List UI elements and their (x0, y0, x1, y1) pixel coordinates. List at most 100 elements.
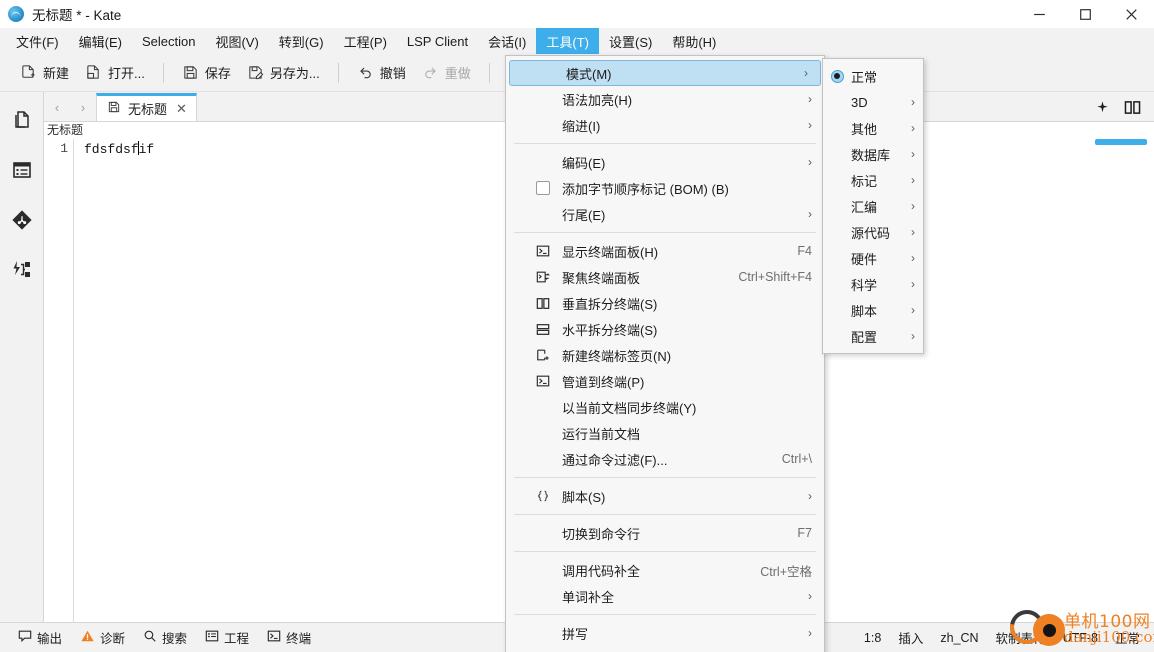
minimap-highlight-bar (1095, 139, 1147, 145)
status-highlight-mode[interactable]: 正常 (1115, 628, 1140, 647)
status-language[interactable]: zh_CN (940, 631, 978, 645)
lsp-symbols-icon (11, 259, 33, 284)
close-icon[interactable]: ✕ (176, 101, 187, 117)
minimize-button[interactable] (1016, 0, 1062, 28)
bottom-item-diagnostics[interactable]: 诊断 (72, 625, 133, 650)
chevron-right-icon: › (911, 277, 915, 291)
menu-item-new-terminal-tab[interactable]: 新建终端标签页(N) (506, 342, 824, 368)
menu-separator (514, 232, 816, 233)
code-text-before-caret: fdsfdsf (84, 142, 139, 157)
menubar-item-settings[interactable]: 设置(S) (599, 28, 662, 54)
warning-triangle-icon (80, 629, 95, 646)
sidebar-item-documents[interactable] (7, 106, 37, 136)
menu-item-highlighting[interactable]: 语法加亮(H) › (506, 86, 824, 112)
undo-button[interactable]: 撤销 (349, 59, 414, 87)
menu-item-focus-terminal-panel-label: 聚焦终端面板 (562, 270, 641, 286)
menu-item-scripts-label: 脚本(S) (562, 489, 606, 505)
menu-item-split-terminal-vertical[interactable]: 垂直拆分终端(S) (506, 290, 824, 316)
submenu-item-configuration-label: 配置 (851, 329, 878, 345)
bottom-item-terminal[interactable]: 终端 (259, 625, 319, 650)
checkbox-unchecked-icon[interactable] (530, 181, 556, 195)
line-number-gutter: 1 (44, 139, 74, 622)
menubar-item-edit[interactable]: 编辑(E) (69, 28, 132, 54)
tab-nav-prev-button[interactable]: ‹ (44, 93, 70, 121)
menu-item-filter-through-command[interactable]: 通过命令过滤(F)... Ctrl+\ (506, 446, 824, 472)
menu-item-spelling[interactable]: 拼写 › (506, 620, 824, 646)
bottom-item-project-label: 工程 (224, 632, 250, 646)
submenu-item-configuration[interactable]: 配置 › (823, 323, 923, 349)
menubar-item-goto[interactable]: 转到(G) (269, 28, 334, 54)
sidebar-item-filesystem[interactable] (7, 156, 37, 186)
menubar-item-project[interactable]: 工程(P) (334, 28, 397, 54)
menu-item-add-bom[interactable]: 添加字节顺序标记 (BOM) (B) (506, 175, 824, 201)
status-indent-mode[interactable]: 软制表符 (996, 628, 1046, 647)
sidebar-item-git[interactable] (7, 206, 37, 236)
menubar-item-selection[interactable]: Selection (132, 28, 205, 54)
open-button[interactable]: 打开... (77, 59, 153, 87)
submenu-item-3d[interactable]: 3D › (823, 89, 923, 115)
status-encoding[interactable]: UTF-8 (1063, 631, 1098, 645)
menu-item-invoke-code-completion[interactable]: 调用代码补全 Ctrl+空格 (506, 557, 824, 583)
close-button[interactable] (1108, 0, 1154, 28)
menubar-item-view[interactable]: 视图(V) (205, 28, 268, 54)
menu-item-external-tools[interactable]: 外部工具 › (506, 646, 824, 652)
menu-item-show-terminal-panel[interactable]: 显示终端面板(H) F4 (506, 238, 824, 264)
redo-button[interactable]: 重做 (414, 59, 479, 87)
document-tab[interactable]: 无标题 ✕ (96, 93, 197, 121)
submenu-item-hardware[interactable]: 硬件 › (823, 245, 923, 271)
sparkle-icon[interactable] (1095, 100, 1110, 118)
maximize-button[interactable] (1062, 0, 1108, 28)
submenu-item-other[interactable]: 其他 › (823, 115, 923, 141)
menu-item-sync-terminal-with-document[interactable]: 以当前文档同步终端(Y) (506, 394, 824, 420)
status-cursor-position[interactable]: 1:8 (864, 631, 881, 645)
bottom-item-output[interactable]: 输出 (10, 625, 70, 650)
tab-nav-next-button[interactable]: › (70, 93, 96, 121)
menu-item-encoding[interactable]: 编码(E) › (506, 149, 824, 175)
menu-item-run-current-document[interactable]: 运行当前文档 (506, 420, 824, 446)
menubar-item-file[interactable]: 文件(F) (6, 28, 69, 54)
menu-item-split-terminal-horizontal[interactable]: 水平拆分终端(S) (506, 316, 824, 342)
menu-item-scripts[interactable]: 脚本(S) › (506, 483, 824, 509)
chevron-right-icon: › (911, 329, 915, 343)
menu-item-switch-to-command-line[interactable]: 切换到命令行 F7 (506, 520, 824, 546)
split-view-icon[interactable] (1124, 100, 1141, 118)
save-floppy-icon (182, 64, 199, 81)
split-horizontal-icon (530, 323, 556, 336)
terminal-icon (267, 629, 281, 646)
submenu-item-scripts[interactable]: 脚本 › (823, 297, 923, 323)
submenu-item-sources[interactable]: 源代码 › (823, 219, 923, 245)
chevron-right-icon: › (911, 251, 915, 265)
menu-item-show-terminal-panel-label: 显示终端面板(H) (562, 244, 659, 260)
search-icon (143, 629, 157, 646)
kate-window: 无标题 * - Kate 文件(F) 编辑(E) Selection 视图(V)… (0, 0, 1154, 652)
submenu-item-database[interactable]: 数据库 › (823, 141, 923, 167)
split-vertical-icon (530, 297, 556, 310)
menu-item-indentation[interactable]: 缩进(I) › (506, 112, 824, 138)
menubar-item-tools[interactable]: 工具(T) (536, 28, 599, 54)
bottom-item-search[interactable]: 搜索 (135, 625, 195, 650)
menu-item-mode[interactable]: 模式(M) › (509, 60, 821, 86)
sidebar-item-lsp-symbols[interactable] (7, 256, 37, 286)
menu-item-focus-terminal-panel[interactable]: 聚焦终端面板 Ctrl+Shift+F4 (506, 264, 824, 290)
menubar-item-help[interactable]: 帮助(H) (662, 28, 726, 54)
menu-item-word-completion[interactable]: 单词补全 › (506, 583, 824, 609)
new-button[interactable]: 新建 (12, 59, 77, 87)
menu-item-invoke-code-completion-shortcut: Ctrl+空格 (760, 564, 812, 579)
status-input-mode[interactable]: 插入 (898, 628, 923, 647)
chevron-right-icon: › (808, 207, 812, 221)
chevron-right-icon: › (808, 92, 812, 106)
save-as-button[interactable]: 另存为... (239, 59, 328, 87)
save-button[interactable]: 保存 (174, 59, 239, 87)
chevron-right-icon: › (911, 173, 915, 187)
menu-item-end-of-line[interactable]: 行尾(E) › (506, 201, 824, 227)
menubar-item-session[interactable]: 会话(I) (478, 28, 536, 54)
submenu-item-normal[interactable]: 正常 (823, 63, 923, 89)
submenu-item-assembly[interactable]: 汇编 › (823, 193, 923, 219)
bottom-item-project[interactable]: 工程 (197, 625, 257, 650)
submenu-item-scientific[interactable]: 科学 › (823, 271, 923, 297)
submenu-item-markup[interactable]: 标记 › (823, 167, 923, 193)
code-line: fdsfdsfif (84, 141, 154, 157)
menu-item-pipe-to-terminal[interactable]: 管道到终端(P) (506, 368, 824, 394)
menubar-item-lsp-client[interactable]: LSP Client (397, 28, 478, 54)
kate-globe-icon (8, 5, 24, 22)
